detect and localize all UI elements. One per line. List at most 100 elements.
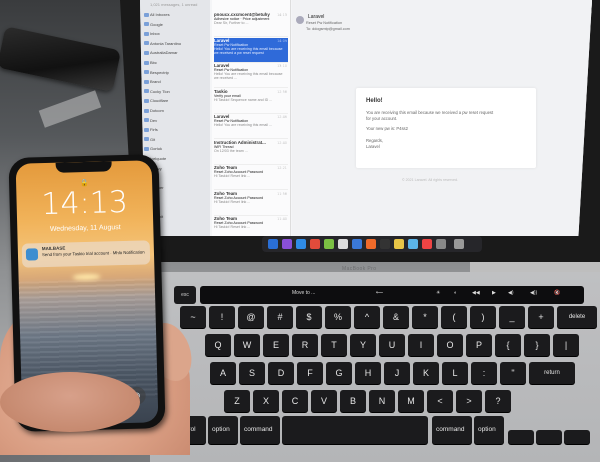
photos-icon[interactable] (338, 239, 348, 249)
key-letter[interactable]: Q (205, 334, 231, 356)
key-letter[interactable]: | (553, 334, 579, 356)
message-item[interactable]: Zoho Team Reset Zoho Account Password Hi T… (214, 165, 288, 190)
touchbar-play[interactable]: ▶ (492, 290, 496, 296)
sidebar-folder[interactable]: Git (150, 137, 155, 142)
sidebar-folder[interactable]: Antonia Tarantino (150, 41, 181, 46)
sidebar-folder[interactable]: Inbox (150, 31, 160, 36)
message-item[interactable]: Laravel Reset Pw Notification Hello! You a… (214, 37, 288, 63)
key-9[interactable]: ( (441, 306, 467, 328)
key-letter[interactable]: R (292, 334, 318, 356)
touchbar-vol-down[interactable]: ◀) (508, 290, 514, 296)
key-letter[interactable]: N (369, 390, 395, 412)
arrow-key[interactable] (564, 430, 590, 444)
key-letter[interactable]: F (297, 362, 323, 384)
modifier-key[interactable]: command (240, 416, 280, 444)
touchbar-vol-up[interactable]: ◀)) (530, 290, 537, 296)
message-item[interactable]: Taskio Verify your email Hi Taskio! Sequen… (214, 89, 288, 114)
messages-icon[interactable] (324, 239, 334, 249)
key-letter[interactable]: B (340, 390, 366, 412)
launchpad-icon[interactable] (282, 239, 292, 249)
message-item[interactable]: Laravel Reset Pw Notification Hello! You a… (214, 114, 288, 139)
sidebar-folder[interactable]: Firfs (150, 127, 158, 132)
sidebar-folder[interactable]: Dev (150, 118, 157, 123)
key-1[interactable]: ! (209, 306, 235, 328)
mail-icon[interactable] (352, 239, 362, 249)
key-letter[interactable]: G (326, 362, 352, 384)
key-letter[interactable]: } (524, 334, 550, 356)
touchbar-back[interactable]: ⟵ (376, 290, 383, 296)
key-6[interactable]: ^ (354, 306, 380, 328)
key-letter[interactable]: L (442, 362, 468, 384)
modifier-key[interactable]: command (432, 416, 472, 444)
key-letter[interactable]: O (437, 334, 463, 356)
key-letter[interactable]: Z (224, 390, 250, 412)
sidebar-folder[interactable]: Gortuk (150, 146, 162, 151)
key-12[interactable]: + (528, 306, 554, 328)
app-icon[interactable] (366, 239, 376, 249)
notification[interactable]: MAILBASE Send from your Taskio trial acc… (21, 240, 151, 268)
chrome-icon[interactable] (310, 239, 320, 249)
sidebar-folder[interactable]: All Inboxes (150, 12, 170, 17)
key-letter[interactable]: < (427, 390, 453, 412)
key-letter[interactable]: H (355, 362, 381, 384)
touchbar-brightness[interactable]: ☀ (436, 290, 440, 296)
sidebar-folder[interactable]: Brand (150, 79, 161, 84)
safari-icon[interactable] (296, 239, 306, 249)
message-list[interactable]: pnoucx.cxcmcent@betuhy Adhesive notice · … (212, 0, 291, 236)
touchbar-display[interactable]: ◐ (454, 290, 457, 296)
key-letter[interactable]: J (384, 362, 410, 384)
key-letter[interactable]: A (210, 362, 236, 384)
message-item[interactable]: Laravel Reset Pw Notification Hello! You a… (214, 63, 288, 88)
key-letter[interactable]: Y (350, 334, 376, 356)
key-letter[interactable]: V (311, 390, 337, 412)
message-item[interactable]: Zoho Team Reset Zoho Account Password Hi T… (214, 191, 288, 216)
key-letter[interactable]: { (495, 334, 521, 356)
settings-icon[interactable] (436, 239, 446, 249)
sidebar-folder[interactable]: Dotcom (150, 108, 164, 113)
key-letter[interactable]: " (500, 362, 526, 384)
esc-key[interactable]: esc (174, 286, 196, 304)
touchbar-move-to[interactable]: Move to ... (292, 290, 315, 296)
app-icon[interactable] (422, 239, 432, 249)
message-item[interactable]: Instruction Administrat... WiFi Thread On … (214, 140, 288, 165)
message-item[interactable]: Zoho Team Reset Zoho Account Password Hi T… (214, 216, 288, 236)
modifier-key[interactable]: option (208, 416, 238, 444)
key-7[interactable]: & (383, 306, 409, 328)
key-letter[interactable]: D (268, 362, 294, 384)
space-bar[interactable] (282, 416, 428, 444)
modifier-key[interactable]: option (474, 416, 504, 444)
sidebar-folder[interactable]: Bbc (150, 60, 157, 65)
key-letter[interactable]: P (466, 334, 492, 356)
key-letter[interactable]: S (239, 362, 265, 384)
key-5[interactable]: % (325, 306, 351, 328)
key-2[interactable]: @ (238, 306, 264, 328)
key-letter[interactable]: : (471, 362, 497, 384)
key-0[interactable]: ~ (180, 306, 206, 328)
key-13[interactable]: delete (557, 306, 597, 328)
key-letter[interactable]: ? (485, 390, 511, 412)
finder-icon[interactable] (268, 239, 278, 249)
message-item[interactable]: pnoucx.cxcmcent@betuhy Adhesive notice · … (214, 12, 288, 37)
key-letter[interactable]: M (398, 390, 424, 412)
notes-icon[interactable] (394, 239, 404, 249)
terminal-icon[interactable] (380, 239, 390, 249)
key-letter[interactable]: U (379, 334, 405, 356)
key-letter[interactable]: C (282, 390, 308, 412)
dock[interactable] (262, 236, 482, 252)
key-letter[interactable]: return (529, 362, 575, 384)
key-4[interactable]: $ (296, 306, 322, 328)
key-8[interactable]: * (412, 306, 438, 328)
sidebar-folder[interactable]: Cloudflare (150, 98, 168, 103)
key-3[interactable]: # (267, 306, 293, 328)
key-letter[interactable]: K (413, 362, 439, 384)
touchbar-rewind[interactable]: ◀◀ (472, 290, 480, 296)
key-letter[interactable]: E (263, 334, 289, 356)
trash-icon[interactable] (454, 239, 464, 249)
key-letter[interactable]: I (408, 334, 434, 356)
key-10[interactable]: ) (470, 306, 496, 328)
key-letter[interactable]: T (321, 334, 347, 356)
key-letter[interactable]: X (253, 390, 279, 412)
touchbar-mute[interactable]: 🔇 (554, 290, 560, 296)
key-letter[interactable]: W (234, 334, 260, 356)
key-11[interactable]: _ (499, 306, 525, 328)
